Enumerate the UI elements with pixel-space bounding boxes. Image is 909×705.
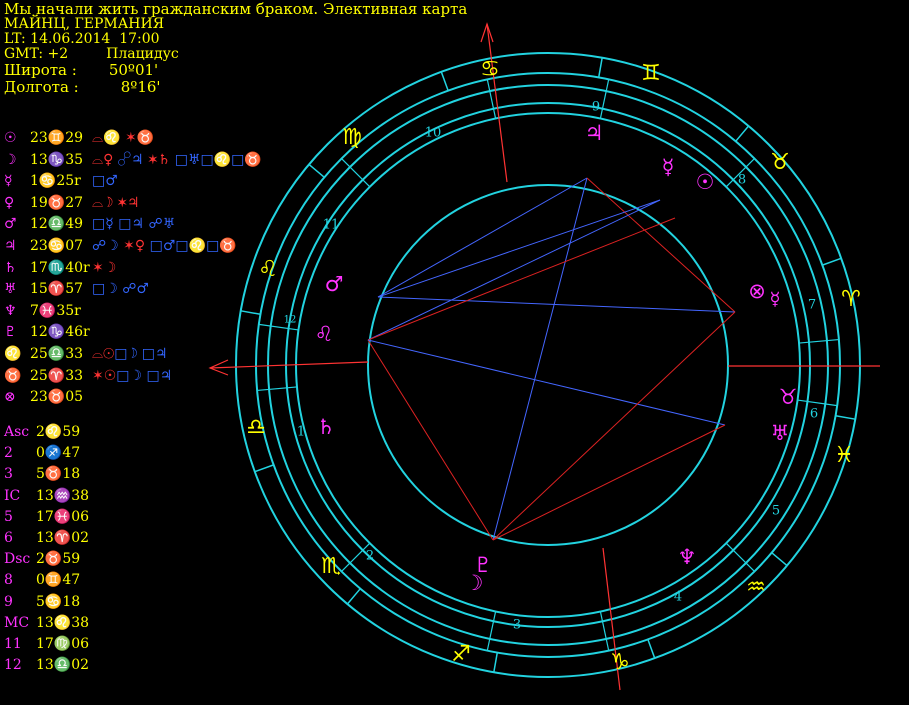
wheel-planet-icon: ♂ bbox=[325, 272, 344, 296]
ascendant-axis bbox=[209, 361, 369, 369]
zodiac-sign-icon: ♋ bbox=[480, 57, 500, 82]
sign-divider bbox=[308, 163, 325, 178]
sign-divider bbox=[647, 639, 656, 659]
zodiac-sign-icon: ♐ bbox=[451, 642, 471, 667]
zodiac-sign-icon: ♍ bbox=[342, 125, 362, 150]
sign-divider bbox=[835, 414, 856, 420]
zodiac-sign-icon: ♊ bbox=[641, 61, 661, 86]
aspect-line-square bbox=[367, 199, 661, 341]
zodiac-sign-icon: ♉ bbox=[770, 150, 790, 175]
house-cusp-line bbox=[798, 338, 839, 344]
house-number-label: 9 bbox=[592, 100, 600, 115]
aspect-line-square bbox=[367, 339, 726, 426]
sign-divider bbox=[493, 652, 499, 673]
wheel-planet-icon: ☿ bbox=[662, 155, 675, 179]
zodiac-sign-icon: ♌ bbox=[258, 257, 278, 282]
zodiac-sign-icon: ♑ bbox=[610, 650, 630, 675]
sign-divider bbox=[597, 57, 603, 78]
house-cusp-line bbox=[599, 79, 610, 119]
house-cusp-line bbox=[797, 399, 838, 407]
house-cusp-line bbox=[486, 611, 497, 651]
aspect-line-square bbox=[377, 177, 588, 298]
aspect-line-trine bbox=[367, 217, 676, 341]
wheel-planet-icon: ♃ bbox=[585, 121, 604, 145]
zodiac-sign-icon: ♓ bbox=[834, 443, 854, 468]
sign-divider bbox=[735, 125, 750, 142]
sign-divider bbox=[254, 464, 274, 473]
house-number-label: 11 bbox=[323, 218, 340, 233]
house-number-label: 4 bbox=[674, 590, 682, 605]
outer-ring bbox=[235, 52, 861, 678]
wheel-planet-icon: ☽ bbox=[465, 571, 484, 595]
sign-divider bbox=[440, 71, 449, 91]
planet-ring bbox=[295, 112, 801, 618]
house-number-label: 7 bbox=[808, 298, 816, 313]
sign-divider bbox=[346, 588, 361, 605]
aspect-line-trine bbox=[367, 339, 494, 541]
wheel-planet-icon: ♆ bbox=[678, 545, 697, 569]
house-number-label: 10 bbox=[425, 126, 442, 141]
house-cusp-line bbox=[599, 611, 610, 651]
wheel-planet-icon: ♅ bbox=[771, 421, 790, 445]
natal-chart-wheel: ♋ ♊♉♈♓♒♑♐♏♎♌♍123456789101112♃☿☉⊗♉♅♆♇☽♄♌♂☿ bbox=[208, 22, 880, 691]
zodiac-sign-icon: ♈ bbox=[841, 287, 861, 312]
zodiac-sign-icon: ♏ bbox=[321, 554, 341, 579]
wheel-planet-icon: ♄ bbox=[317, 415, 336, 439]
aspect-line-square bbox=[492, 177, 588, 541]
sign-divider bbox=[240, 310, 261, 316]
aspect-line-trine bbox=[492, 424, 726, 541]
wheel-planet-icon: ♉ bbox=[779, 385, 798, 409]
wheel-planet-icon: ☉ bbox=[696, 170, 715, 194]
house-number-label: 3 bbox=[513, 618, 521, 633]
zodiac-sign-icon: ♒ bbox=[746, 575, 766, 600]
house-number-label: 12 bbox=[284, 315, 297, 326]
sign-divider bbox=[822, 257, 842, 266]
zodiac-sign-icon: ♎ bbox=[246, 415, 266, 440]
mercury-mini-icon: ☿ bbox=[769, 289, 780, 310]
house-number-label: 2 bbox=[366, 549, 374, 564]
sign-divider bbox=[771, 552, 788, 567]
wheel-planet-icon: ♌ bbox=[315, 322, 334, 346]
house-cusp-line bbox=[257, 386, 298, 392]
midheaven-axis bbox=[486, 23, 508, 183]
aspect-line-trine bbox=[586, 177, 736, 313]
house-number-label: 1 bbox=[297, 425, 305, 440]
aspect-line-trine bbox=[492, 311, 736, 541]
house-number-label: 5 bbox=[772, 504, 780, 519]
aspect-line-square bbox=[377, 199, 661, 298]
house-number-label: 8 bbox=[738, 173, 746, 188]
wheel-planet-icon: ⊗ bbox=[748, 279, 766, 303]
house-number-label: 6 bbox=[810, 407, 818, 422]
